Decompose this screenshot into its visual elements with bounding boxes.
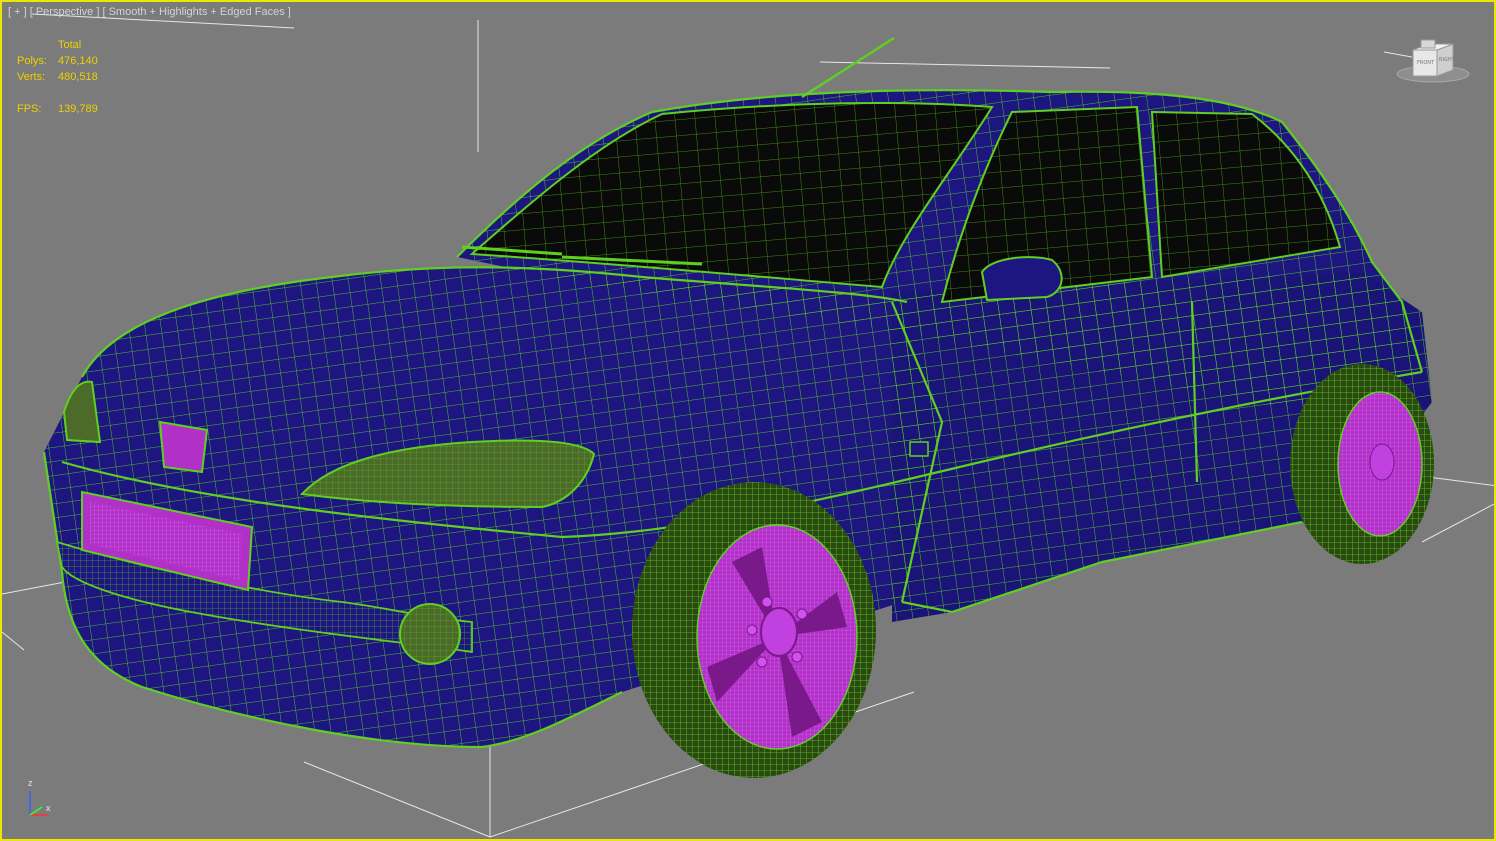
stats-fps-value: 139,789 (58, 103, 98, 115)
stats-verts-row: Verts: 480,518 (17, 69, 127, 85)
rear-wheel (1290, 364, 1434, 564)
perspective-viewport[interactable]: [ + ] [ Perspective ] [ Smooth + Highlig… (0, 0, 1496, 841)
stats-total-header: Total (58, 39, 82, 51)
stats-verts-label: Verts: (17, 71, 46, 83)
viewcube-front-face[interactable]: FRONT (1417, 60, 1434, 66)
stats-verts-value: 480,518 (58, 71, 98, 83)
stats-spacer (17, 85, 127, 101)
viewport-point-of-view-menu[interactable]: [ Perspective ] (30, 6, 100, 18)
stats-polys-label: Polys: (17, 55, 47, 67)
front-wheel (632, 482, 876, 778)
side-mirror (980, 256, 1063, 302)
axis-z-label: z (28, 778, 33, 788)
stats-header-row: Total (17, 37, 127, 53)
scene-canvas[interactable] (2, 2, 1496, 841)
axis-tripod-icon: z x (22, 777, 58, 821)
viewcube-icon[interactable]: FRONT RIGHT (1387, 36, 1487, 88)
brand-badge (158, 420, 209, 474)
viewport-shading-menu[interactable]: [ Smooth + Highlights + Edged Faces ] (102, 6, 290, 18)
fuel-cap (909, 441, 929, 457)
stats-polys-value: 476,140 (58, 55, 98, 67)
statistics-overlay: Total Polys: 476,140 Verts: 480,518 FPS:… (17, 37, 127, 117)
stats-fps-row: FPS: 139,789 (17, 101, 127, 117)
axis-x-label: x (46, 803, 51, 813)
viewcube-right-face[interactable]: RIGHT (1439, 57, 1455, 63)
viewport-label-menu[interactable]: [ + ] [ Perspective ] [ Smooth + Highlig… (8, 6, 291, 22)
stats-polys-row: Polys: 476,140 (17, 53, 127, 69)
viewport-menu-plus[interactable]: [ + ] (8, 6, 27, 18)
stats-fps-label: FPS: (17, 103, 42, 115)
